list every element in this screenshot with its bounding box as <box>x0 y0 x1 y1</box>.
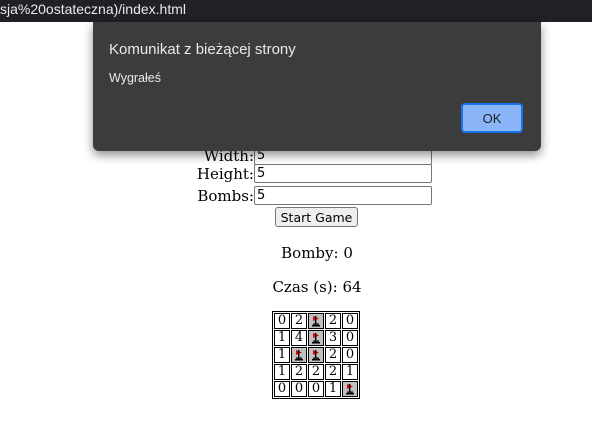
board-cell[interactable]: 0 <box>274 313 290 329</box>
board-cell[interactable]: 2 <box>325 313 341 329</box>
flag-icon <box>312 333 320 344</box>
board-row: 14 30 <box>274 330 358 346</box>
bombs-label: Bombs: <box>197 187 254 205</box>
board-cell[interactable]: 1 <box>325 381 341 397</box>
minesweeper-board: 02201430120122210001 <box>272 311 360 399</box>
board-cell[interactable]: 0 <box>342 330 358 346</box>
board-row: 0001 <box>274 381 358 397</box>
board-cell[interactable]: 2 <box>291 364 307 380</box>
board-cell[interactable]: 2 <box>325 364 341 380</box>
ok-button[interactable]: OK <box>461 103 523 133</box>
bombs-row: Bombs: <box>0 186 592 206</box>
board-cell[interactable]: 0 <box>308 381 324 397</box>
dialog-message: Wygrałeś <box>109 71 161 85</box>
board-cell-flagged[interactable] <box>308 347 324 363</box>
flag-icon <box>295 350 303 361</box>
board-cell[interactable]: 0 <box>274 381 290 397</box>
board-cell[interactable]: 2 <box>291 313 307 329</box>
dialog-title: Komunikat z bieżącej strony <box>109 41 296 58</box>
board-cell-flagged[interactable] <box>308 330 324 346</box>
alert-dialog: Komunikat z bieżącej strony Wygrałeś OK <box>93 22 541 151</box>
board-cell[interactable]: 2 <box>308 364 324 380</box>
board-cell[interactable]: 3 <box>325 330 341 346</box>
board-cell[interactable]: 1 <box>274 330 290 346</box>
board-cell[interactable]: 4 <box>291 330 307 346</box>
height-row: Height: <box>0 164 592 184</box>
board-cell[interactable]: 2 <box>325 347 341 363</box>
board-cell[interactable]: 0 <box>342 313 358 329</box>
height-label: Height: <box>196 165 254 183</box>
board-cell[interactable]: 1 <box>274 364 290 380</box>
board-cell-flagged[interactable] <box>308 313 324 329</box>
flag-icon <box>312 350 320 361</box>
board-row: 12221 <box>274 364 358 380</box>
bombs-input[interactable] <box>254 186 432 205</box>
board-row: 0220 <box>274 313 358 329</box>
timer: Czas (s): 64 <box>272 278 362 296</box>
board-cell[interactable]: 0 <box>342 347 358 363</box>
flag-icon <box>312 316 320 327</box>
flag-icon <box>346 384 354 395</box>
board-row: 1 20 <box>274 347 358 363</box>
board-cell[interactable]: 1 <box>274 347 290 363</box>
bombs-counter: Bomby: 0 <box>281 244 353 262</box>
board-cell-flagged[interactable] <box>291 347 307 363</box>
board-cell[interactable]: 0 <box>291 381 307 397</box>
board-cell-flagged[interactable] <box>342 381 358 397</box>
height-input[interactable] <box>254 164 432 183</box>
start-game-button[interactable]: Start Game <box>275 207 358 227</box>
board-cell[interactable]: 1 <box>342 364 358 380</box>
